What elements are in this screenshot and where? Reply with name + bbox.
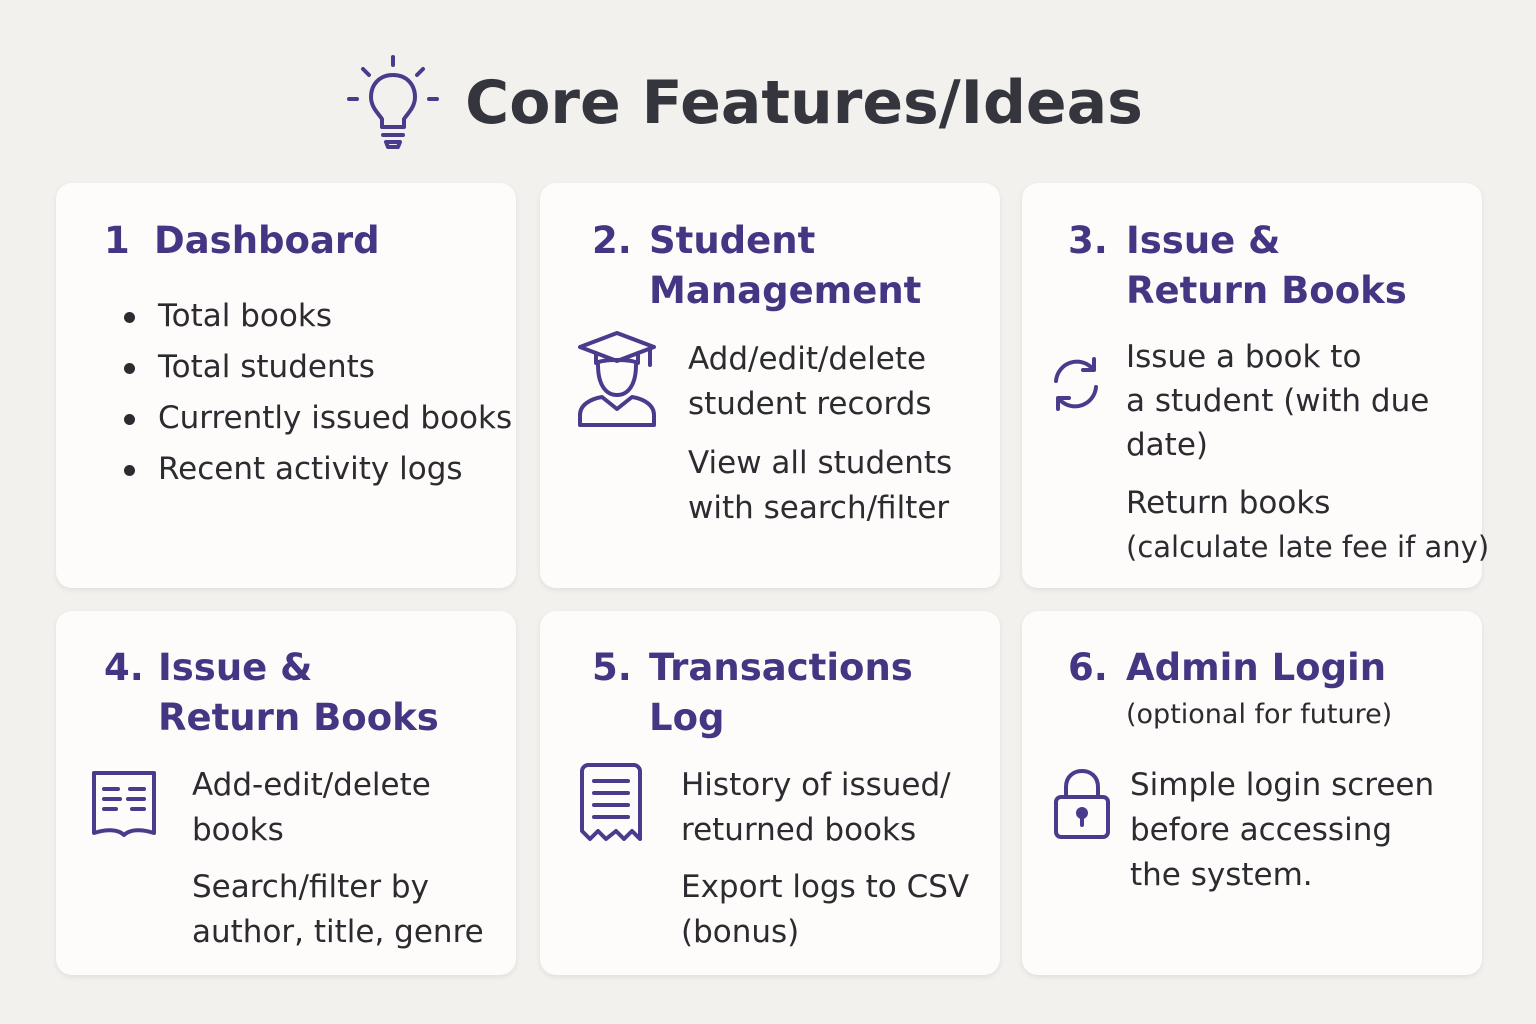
padlock-icon bbox=[1054, 769, 1110, 839]
text-line: (calculate late fee if any) bbox=[1126, 530, 1490, 564]
feature-card-student-management: 2. Student Management Add/edit/delete st… bbox=[540, 183, 1000, 588]
text-line: with search/filter bbox=[688, 490, 950, 526]
card-title-line: Student bbox=[649, 219, 816, 262]
refresh-cycle-icon bbox=[1054, 357, 1098, 411]
description-item: Issue a book to a student (with due date… bbox=[1126, 335, 1489, 467]
text-line: History of issued/ bbox=[681, 767, 951, 803]
feature-card-transactions-log: 5. Transactions Log History of issued/ r… bbox=[540, 611, 1000, 975]
text-line: a student (with due bbox=[1126, 383, 1430, 419]
description-item: History of issued/ returned books bbox=[681, 763, 969, 853]
card-title-text: Dashboard bbox=[154, 219, 380, 262]
card-description: Simple login screen before accessing the… bbox=[1130, 763, 1434, 898]
card-title: 4. Issue & Return Books bbox=[104, 643, 439, 743]
card-title-line: Issue & bbox=[1126, 219, 1281, 262]
card-title: 6. Admin Login bbox=[1068, 643, 1386, 693]
card-title-line: Issue & bbox=[158, 646, 313, 689]
card-number: 1 bbox=[104, 219, 130, 262]
text-line: (bonus) bbox=[681, 914, 800, 950]
text-line: returned books bbox=[681, 812, 917, 848]
book-icon bbox=[92, 771, 156, 837]
card-number: 3. bbox=[1068, 219, 1108, 262]
list-item: Recent activity logs bbox=[124, 444, 512, 495]
text-line: before accessing bbox=[1130, 812, 1393, 848]
text-line: View all students bbox=[688, 445, 953, 481]
text-line: Add-edit/delete bbox=[192, 767, 431, 803]
description-item: Add-edit/delete books bbox=[192, 763, 484, 853]
card-title-line: Log bbox=[649, 696, 725, 739]
card-title: 3. Issue & Return Books bbox=[1068, 216, 1407, 316]
card-description: Issue a book to a student (with due date… bbox=[1126, 335, 1489, 569]
card-title-line: Return Books bbox=[1126, 269, 1407, 312]
feature-card-book-management: 4. Issue & Return Books Add-edit/delete … bbox=[56, 611, 516, 975]
description-item: Add/edit/delete student records bbox=[688, 337, 952, 427]
card-title-text: Issue & Return Books bbox=[158, 643, 439, 743]
lightbulb-icon bbox=[347, 55, 440, 149]
card-title-text: Issue & Return Books bbox=[1126, 216, 1407, 316]
card-number: 6. bbox=[1068, 646, 1108, 689]
feature-card-admin-login: 6. Admin Login (optional for future) Sim… bbox=[1022, 611, 1482, 975]
card-number: 5. bbox=[592, 646, 632, 689]
feature-card-issue-return: 3. Issue & Return Books Issue a book to … bbox=[1022, 183, 1489, 588]
card-title: 5. Transactions Log bbox=[592, 643, 913, 743]
graduate-student-icon bbox=[578, 331, 656, 427]
text-line: Export logs to CSV bbox=[681, 869, 970, 905]
list-item: Currently issued books bbox=[124, 393, 512, 444]
card-number: 4. bbox=[104, 646, 144, 689]
text-line: student records bbox=[688, 386, 932, 422]
description-item: Search/filter by author, title, genre bbox=[192, 865, 484, 955]
description-item: Simple login screen before accessing the… bbox=[1130, 763, 1434, 898]
text-line: the system. bbox=[1130, 857, 1313, 893]
card-title-line: Return Books bbox=[158, 696, 439, 739]
text-line: author, title, genre bbox=[192, 914, 484, 950]
card-title-line: Transactions bbox=[649, 646, 913, 689]
card-title: 2. Student Management bbox=[592, 216, 921, 316]
dashboard-bullet-list: Total books Total students Currently iss… bbox=[124, 291, 512, 495]
list-item: Total books bbox=[124, 291, 512, 342]
text-line: Add/edit/delete bbox=[688, 341, 927, 377]
feature-card-dashboard: 1 Dashboard Total books Total students C… bbox=[56, 183, 516, 588]
card-description: History of issued/ returned books Export… bbox=[681, 763, 969, 955]
text-line: Search/filter by bbox=[192, 869, 429, 905]
card-title-line: Management bbox=[649, 269, 922, 312]
receipt-log-icon bbox=[580, 763, 642, 841]
text-line: Simple login screen bbox=[1130, 767, 1435, 803]
list-item: Total students bbox=[124, 342, 512, 393]
card-number: 2. bbox=[592, 219, 632, 262]
card-subtitle: (optional for future) bbox=[1126, 699, 1393, 730]
card-title-text: Admin Login bbox=[1126, 646, 1387, 689]
page-header: Core Features/Ideas bbox=[0, 48, 1536, 158]
text-line: Return books bbox=[1126, 485, 1331, 521]
description-item: View all students with search/filter bbox=[688, 441, 952, 531]
card-description: Add-edit/delete books Search/filter by a… bbox=[192, 763, 484, 955]
card-title-text: Transactions Log bbox=[649, 643, 913, 743]
text-line: Issue a book to bbox=[1126, 339, 1362, 375]
card-title: 1 Dashboard bbox=[104, 216, 380, 266]
page-title: Core Features/Ideas bbox=[465, 68, 1143, 138]
card-description: Add/edit/delete student records View all… bbox=[688, 337, 952, 531]
text-line: date) bbox=[1126, 427, 1208, 463]
text-line: books bbox=[192, 812, 284, 848]
description-item: Return books (calculate late fee if any) bbox=[1126, 481, 1489, 569]
card-title-text: Student Management bbox=[649, 216, 921, 316]
description-item: Export logs to CSV (bonus) bbox=[681, 865, 969, 955]
